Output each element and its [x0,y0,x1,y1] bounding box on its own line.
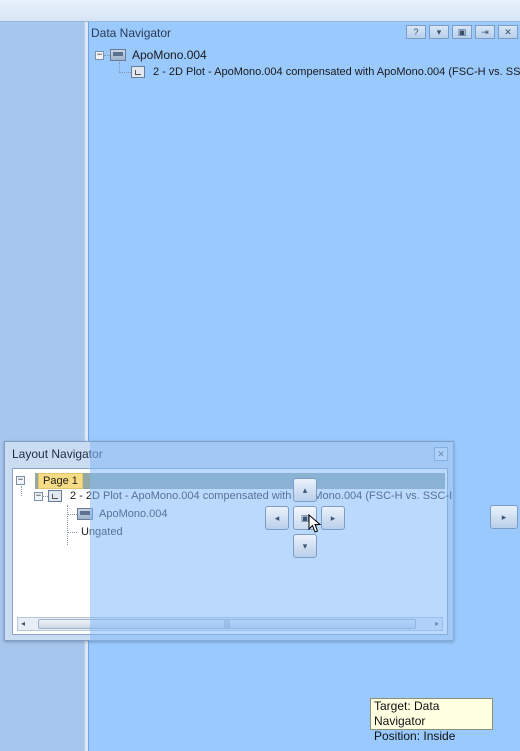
dock-tooltip: Target: Data Navigator Position: Inside [370,698,493,743]
data-file-icon [77,508,93,520]
plot-icon [48,490,62,502]
layout-navigator-window[interactable]: Layout Navigator ✕ − Page 1 − 2 - 2D Plo… [4,441,454,641]
tree-item-data-file[interactable]: ApoMono.004 [67,508,168,520]
tree-item-gate[interactable]: Ungated [67,526,123,538]
tree-item-label: Ungated [81,526,123,538]
tree-item-apomono[interactable]: − ApoMono.004 [95,48,207,62]
tooltip-position: Position: Inside [374,729,456,743]
tree-connector [119,71,131,73]
maximize-button[interactable]: ▣ [452,25,472,39]
tree-connector [67,513,77,515]
tree-item-2d-plot[interactable]: 2 - 2D Plot - ApoMono.004 compensated wi… [119,66,520,78]
collapse-icon[interactable]: − [95,50,104,60]
dock-compass: ▴ ◂ ▣ ▸ ▾ [262,476,348,560]
data-navigator-title-buttons: ? ▾ ▣ ⇥ ✕ [406,25,518,39]
data-navigator-panel: Data Navigator ? ▾ ▣ ⇥ ✕ − ApoMono.004 2… [88,22,520,751]
horizontal-scrollbar[interactable]: ◂ ||| ▸ [17,617,443,631]
tooltip-target: Target: Data Navigator [374,699,440,728]
tree-item-label: ApoMono.004 [132,48,207,62]
scrollbar-thumb[interactable]: ||| [38,619,416,629]
dock-edge-right-icon[interactable]: ▸ [490,505,518,529]
tree-item-label: ApoMono.004 [99,508,168,520]
plot-icon [131,66,145,78]
dropdown-button[interactable]: ▾ [429,25,449,39]
data-navigator-title: Data Navigator [91,26,172,40]
mouse-pointer-icon [308,514,322,533]
collapse-icon[interactable]: − [16,476,25,485]
dock-bottom-icon[interactable]: ▾ [293,534,317,558]
close-icon[interactable]: ✕ [434,447,448,461]
workspace-background [0,22,84,751]
layout-navigator-title: Layout Navigator [12,447,103,461]
tree-item-label: 2 - 2D Plot - ApoMono.004 compensated wi… [153,66,520,78]
help-button[interactable]: ? [406,25,426,39]
collapse-icon[interactable]: − [34,491,43,501]
page-label[interactable]: Page 1 [38,473,83,489]
dock-left-icon[interactable]: ◂ [265,506,289,530]
tree-item-page[interactable]: − [16,476,25,485]
tree-item-plot[interactable]: − 2 - 2D Plot - ApoMono.004 compensated … [34,490,452,502]
dock-right-icon[interactable]: ▸ [321,506,345,530]
scroll-right-icon[interactable]: ▸ [435,619,439,628]
dock-top-icon[interactable]: ▴ [293,478,317,502]
scroll-left-icon[interactable]: ◂ [21,619,25,628]
selected-row-highlight [35,473,445,489]
top-strip [0,0,520,22]
tree-connector [67,531,77,533]
tree-connector [21,486,22,496]
pin-button[interactable]: ⇥ [475,25,495,39]
close-button[interactable]: ✕ [498,25,518,39]
data-file-icon [110,49,126,61]
layout-tree: − Page 1 − 2 - 2D Plot - ApoMono.004 com… [12,468,452,635]
